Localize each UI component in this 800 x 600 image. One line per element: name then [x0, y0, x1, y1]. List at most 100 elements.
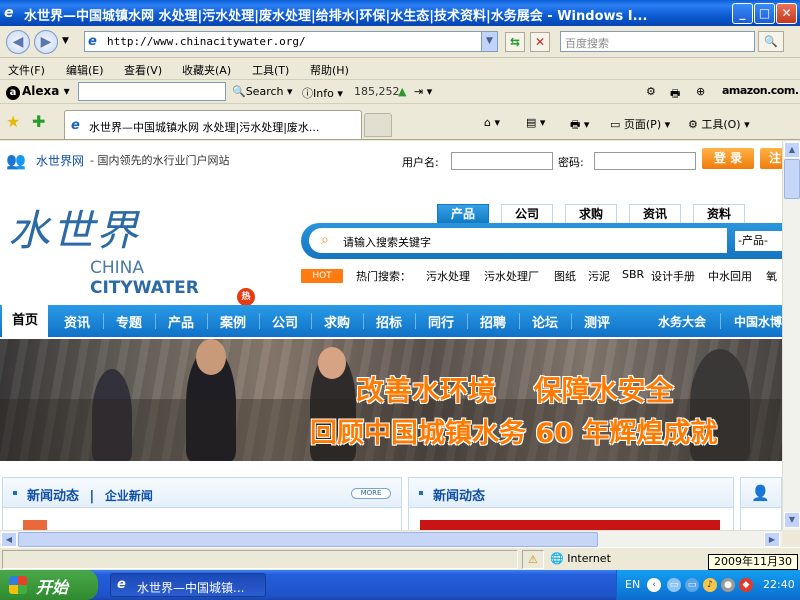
globe-icon[interactable]: ⊕ — [696, 85, 705, 98]
category-tab-docs[interactable]: 资料 — [693, 204, 745, 223]
nav-water-expo[interactable]: 中国水博 — [734, 313, 782, 330]
feeds-icon[interactable]: ▤ ▾ — [526, 116, 545, 129]
nav-tenders[interactable]: 招标 — [376, 312, 402, 331]
horizontal-scrollbar[interactable]: ◀ ▶ — [0, 530, 782, 547]
nav-products[interactable]: 产品 — [168, 312, 194, 331]
nav-companies[interactable]: 公司 — [272, 312, 298, 331]
scroll-left-icon[interactable]: ◀ — [1, 532, 17, 547]
home-icon[interactable]: ⌂ ▾ — [484, 116, 500, 129]
hot-link[interactable]: SBR — [622, 268, 644, 281]
menu-help[interactable]: 帮助(H) — [310, 62, 349, 78]
search-icon[interactable]: 🔍 — [758, 31, 784, 52]
nav-forum[interactable]: 论坛 — [532, 312, 558, 331]
language-indicator[interactable]: EN — [625, 578, 640, 591]
amazon-link[interactable]: amazon.com. — [722, 84, 799, 97]
history-dropdown-icon[interactable]: ▼ — [62, 36, 69, 46]
start-button[interactable]: 开始 — [0, 570, 98, 600]
hot-link[interactable]: 中水回用 — [708, 268, 752, 284]
password-field[interactable] — [594, 152, 696, 170]
clock[interactable]: 22:40 — [763, 578, 795, 591]
back-button[interactable]: ◀ — [6, 30, 30, 54]
chevron-down-icon[interactable]: ▼ — [481, 32, 497, 51]
hero-banner[interactable]: 改善水环境 保障水安全 回顾中国城镇水务 60 年辉煌成就 — [0, 339, 782, 461]
tray-arrow-icon[interactable]: ‹ — [647, 578, 661, 592]
hot-link[interactable]: 氧 — [766, 268, 777, 284]
favorites-star-icon[interactable]: ★ — [6, 112, 20, 131]
add-favorite-icon[interactable]: ✚ — [32, 112, 45, 131]
scroll-up-icon[interactable]: ▲ — [784, 142, 800, 158]
vertical-scrollbar[interactable]: ▲ ▼ — [782, 141, 800, 530]
app-tray-icon[interactable]: ● — [721, 578, 735, 592]
nav-topics[interactable]: 专题 — [116, 312, 142, 331]
nav-water-conference[interactable]: 水务大会 — [658, 313, 706, 330]
print-icon[interactable]: 🖶 — [670, 85, 680, 104]
news-thumb[interactable] — [23, 520, 47, 530]
register-button[interactable]: 注 — [760, 148, 782, 169]
users-icon: 👥 — [6, 151, 26, 170]
category-tab-product[interactable]: 产品 — [437, 204, 489, 223]
menu-favorites[interactable]: 收藏夹(A) — [182, 62, 231, 78]
nav-news[interactable]: 资讯 — [64, 312, 90, 331]
site-search-input[interactable]: ⌕ 请输入搜索关键字 — [309, 228, 727, 253]
scroll-down-icon[interactable]: ▼ — [784, 512, 800, 528]
username-field[interactable] — [451, 152, 553, 170]
category-tab-company[interactable]: 公司 — [501, 204, 553, 223]
nav-reviews[interactable]: 测评 — [584, 312, 610, 331]
close-button[interactable]: ✕ — [776, 3, 797, 24]
alexa-search-input[interactable] — [78, 82, 226, 101]
refresh-button[interactable]: ⇆ — [505, 32, 525, 52]
network-icon[interactable]: ▭ — [685, 578, 699, 592]
site-logo[interactable]: 水世界 CHINA CITYWATER — [8, 197, 258, 298]
menu-edit[interactable]: 编辑(E) — [66, 62, 104, 78]
scroll-thumb[interactable] — [18, 532, 598, 547]
alexa-info-button[interactable]: ⓘInfo ▾ — [302, 85, 343, 101]
redirect-icon[interactable]: ⇥ ▾ — [414, 85, 432, 98]
nav-jobs[interactable]: 招聘 — [480, 312, 506, 331]
login-button[interactable]: 登 录 — [702, 148, 754, 169]
maximize-button[interactable]: □ — [754, 3, 775, 24]
scroll-thumb[interactable] — [784, 159, 800, 199]
page-menu[interactable]: ▭ 页面(P) ▾ — [610, 116, 670, 132]
stop-button[interactable]: ✕ — [530, 32, 550, 52]
search-category-select[interactable]: -产品- — [735, 231, 782, 251]
news-image[interactable] — [420, 520, 720, 530]
alexa-logo[interactable]: a Alexa ▾ — [6, 84, 70, 100]
settings-icon[interactable]: ⚙ — [646, 85, 656, 98]
new-tab-button[interactable] — [364, 113, 392, 137]
forward-button[interactable]: ▶ — [34, 30, 58, 54]
main-nav: 首页 资讯 专题 产品 案例 公司 求购 招标 同行 招聘 论坛 测评 水务大会… — [0, 305, 782, 337]
nav-peers[interactable]: 同行 — [428, 312, 454, 331]
page-viewport: 👥 水世界网 - 国内领先的水行业门户网站 用户名: 密码: 登 录 注 水世界… — [0, 141, 782, 530]
speaker-icon[interactable]: ♪ — [703, 578, 717, 592]
tools-menu[interactable]: ⚙ 工具(O) ▾ — [688, 116, 750, 132]
menu-tools[interactable]: 工具(T) — [252, 62, 289, 78]
alexa-search-button[interactable]: 🔍Search ▾ — [232, 85, 293, 98]
tab-active[interactable]: e 水世界—中国城镇水网 水处理|污水处理|废水... — [64, 110, 362, 139]
hot-link[interactable]: 污水处理 — [426, 268, 470, 284]
nav-buy[interactable]: 求购 — [324, 312, 350, 331]
taskbar-window-item[interactable]: e 水世界—中国城镇... — [110, 573, 266, 597]
address-field[interactable]: e http://www.chinacitywater.org/ ▼ — [84, 31, 498, 52]
search-placeholder: 请输入搜索关键字 — [343, 236, 431, 249]
site-name-link[interactable]: 水世界网 — [36, 152, 84, 169]
category-tab-buy[interactable]: 求购 — [565, 204, 617, 223]
security-icon[interactable]: ◆ — [739, 578, 753, 592]
tab-news-updates[interactable]: 新闻动态 — [27, 489, 79, 504]
nav-cases[interactable]: 案例 — [220, 312, 246, 331]
hot-link[interactable]: 图纸 — [554, 268, 576, 284]
print-icon[interactable]: 🖶 ▾ — [570, 116, 589, 135]
network-icon[interactable]: ▭ — [667, 578, 681, 592]
hot-link[interactable]: 设计手册 — [651, 268, 695, 284]
menu-view[interactable]: 查看(V) — [124, 62, 162, 78]
minimize-button[interactable]: _ — [732, 3, 753, 24]
hot-link[interactable]: 污水处理厂 — [484, 268, 539, 284]
search-input[interactable]: 百度搜索 — [560, 31, 755, 52]
hot-link[interactable]: 污泥 — [588, 268, 610, 284]
category-tab-news[interactable]: 资讯 — [629, 204, 681, 223]
menu-file[interactable]: 文件(F) — [8, 62, 45, 78]
scroll-right-icon[interactable]: ▶ — [764, 532, 780, 547]
nav-home[interactable]: 首页 — [2, 305, 48, 337]
more-button[interactable]: MORE — [351, 488, 391, 499]
tab-company-news[interactable]: 企业新闻 — [105, 489, 153, 503]
windows-logo-icon — [9, 576, 27, 594]
